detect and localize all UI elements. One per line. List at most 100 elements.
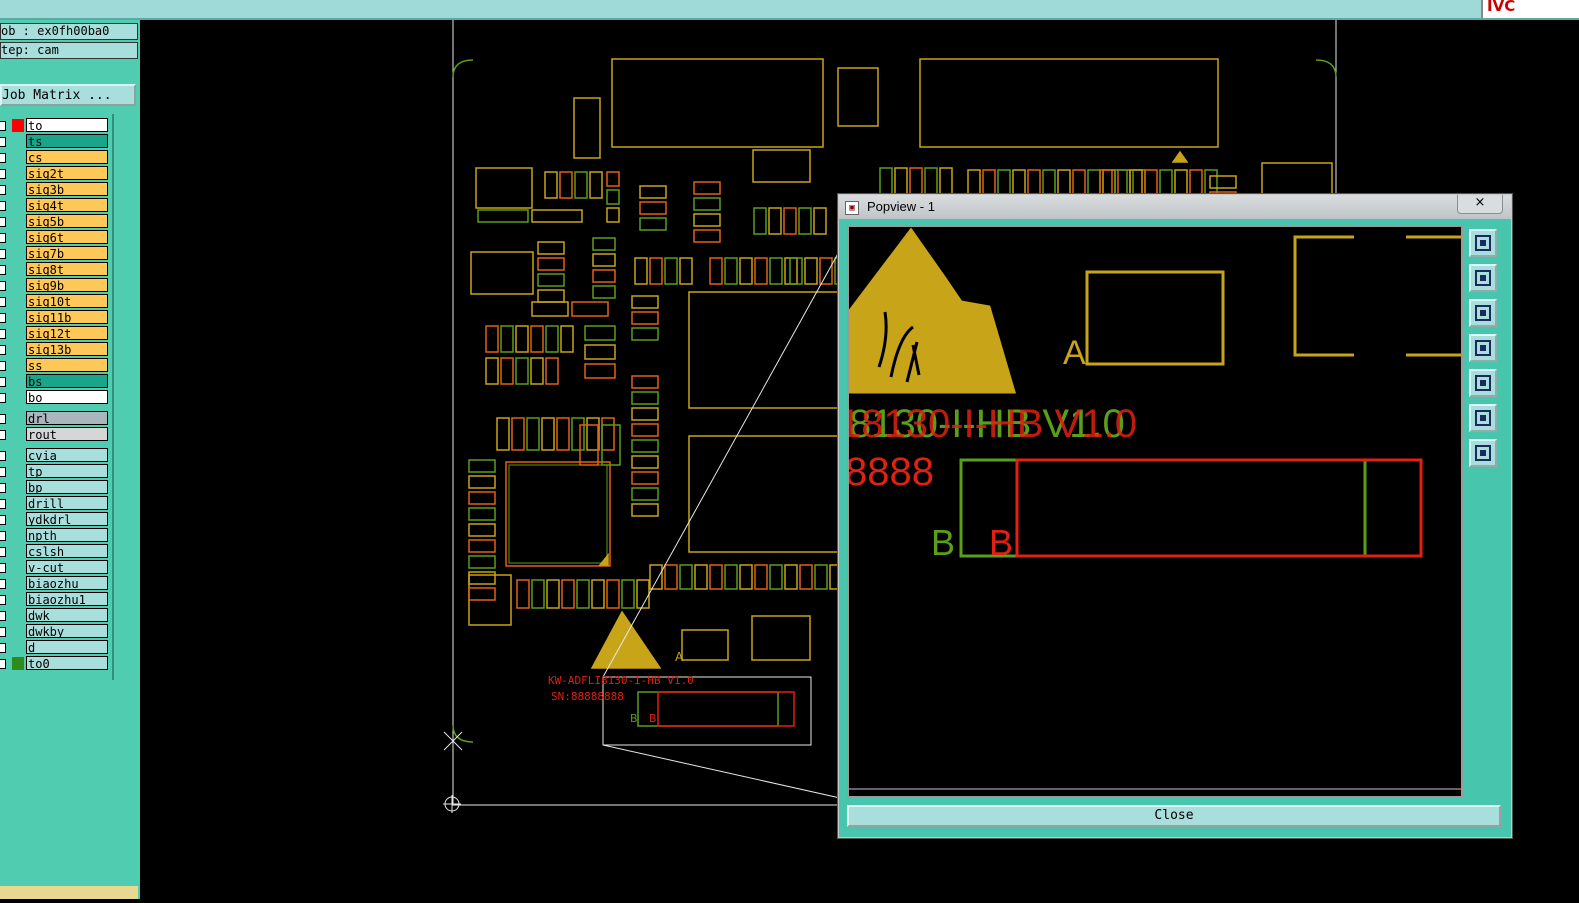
layer-name[interactable]: to (26, 118, 108, 132)
layer-checkbox[interactable] (0, 345, 6, 355)
layer-checkbox[interactable] (0, 579, 6, 589)
layer-checkbox[interactable] (0, 595, 6, 605)
layer-row-dwkby[interactable]: dwkby (0, 624, 110, 639)
layer-name[interactable]: sig9b (26, 278, 108, 292)
layer-name[interactable]: rout (26, 427, 108, 441)
layer-name[interactable]: sig6t (26, 230, 108, 244)
layer-name[interactable]: sig7b (26, 246, 108, 260)
layer-name[interactable]: v-cut (26, 560, 108, 574)
layer-checkbox[interactable] (0, 414, 6, 424)
layer-row-to0[interactable]: to0 (0, 656, 110, 671)
close-icon[interactable]: × (1457, 195, 1503, 214)
layer-checkbox[interactable] (0, 217, 6, 227)
layer-row-ss[interactable]: ss (0, 358, 110, 373)
layer-checkbox[interactable] (0, 643, 6, 653)
layer-name[interactable]: sig8t (26, 262, 108, 276)
job-matrix-button[interactable]: Job Matrix ... (0, 84, 136, 106)
layer-name[interactable]: sig5b (26, 214, 108, 228)
fit-icon[interactable] (1469, 404, 1497, 432)
popview-titlebar[interactable]: ▣ Popview - 1 × (839, 195, 1511, 219)
layer-row-sig6t[interactable]: sig6t (0, 230, 110, 245)
layer-checkbox[interactable] (0, 483, 6, 493)
layer-row-bp[interactable]: bp (0, 480, 110, 495)
layer-name[interactable]: d (26, 640, 108, 654)
layer-checkbox[interactable] (0, 313, 6, 323)
layer-name[interactable]: dwkby (26, 624, 108, 638)
layer-checkbox[interactable] (0, 185, 6, 195)
layer-row-bo[interactable]: bo (0, 390, 110, 405)
layer-row-rout[interactable]: rout (0, 427, 110, 442)
layer-checkbox[interactable] (0, 329, 6, 339)
layer-name[interactable]: sig13b (26, 342, 108, 356)
layer-row-sig13b[interactable]: sig13b (0, 342, 110, 357)
layer-name[interactable]: drl (26, 411, 108, 425)
layer-checkbox[interactable] (0, 377, 6, 387)
layer-checkbox[interactable] (0, 563, 6, 573)
layer-name[interactable]: sig4t (26, 198, 108, 212)
layer-name[interactable]: sig2t (26, 166, 108, 180)
zoom-out-icon[interactable] (1469, 439, 1497, 467)
layer-checkbox[interactable] (0, 265, 6, 275)
layer-name[interactable]: sig3b (26, 182, 108, 196)
layer-row-to[interactable]: to (0, 118, 110, 133)
layer-name[interactable]: to0 (26, 656, 108, 670)
layer-checkbox[interactable] (0, 515, 6, 525)
layer-name[interactable]: sig11b (26, 310, 108, 324)
layer-row-d[interactable]: d (0, 640, 110, 655)
layer-checkbox[interactable] (0, 451, 6, 461)
layer-row-npth[interactable]: npth (0, 528, 110, 543)
layer-row-sig7b[interactable]: sig7b (0, 246, 110, 261)
layer-name[interactable]: cvia (26, 448, 108, 462)
layer-row-cslsh[interactable]: cslsh (0, 544, 110, 559)
layer-row-cvia[interactable]: cvia (0, 448, 110, 463)
layer-name[interactable]: bp (26, 480, 108, 494)
layer-checkbox[interactable] (0, 467, 6, 477)
layer-row-v-cut[interactable]: v-cut (0, 560, 110, 575)
layer-color-swatch[interactable] (12, 657, 24, 670)
close-button[interactable]: Close (847, 805, 1501, 827)
layer-name[interactable]: ydkdrl (26, 512, 108, 526)
layer-row-ydkdrl[interactable]: ydkdrl (0, 512, 110, 527)
layer-checkbox[interactable] (0, 153, 6, 163)
layer-color-swatch[interactable] (12, 119, 24, 132)
layer-row-ts[interactable]: ts (0, 134, 110, 149)
layer-checkbox[interactable] (0, 297, 6, 307)
layer-name[interactable]: biaozhu1 (26, 592, 108, 606)
layer-checkbox[interactable] (0, 611, 6, 621)
layer-row-sig8t[interactable]: sig8t (0, 262, 110, 277)
layer-checkbox[interactable] (0, 137, 6, 147)
layer-row-sig9b[interactable]: sig9b (0, 278, 110, 293)
layer-row-sig10t[interactable]: sig10t (0, 294, 110, 309)
layer-name[interactable]: biaozhu (26, 576, 108, 590)
layer-name[interactable]: tp (26, 464, 108, 478)
layer-row-sig12t[interactable]: sig12t (0, 326, 110, 341)
layer-row-tp[interactable]: tp (0, 464, 110, 479)
layer-checkbox[interactable] (0, 169, 6, 179)
layer-checkbox[interactable] (0, 531, 6, 541)
layer-row-drl[interactable]: drl (0, 411, 110, 426)
layer-checkbox[interactable] (0, 430, 6, 440)
layer-row-cs[interactable]: cs (0, 150, 110, 165)
window-icon[interactable] (1469, 229, 1497, 257)
layer-checkbox[interactable] (0, 393, 6, 403)
layer-row-sig11b[interactable]: sig11b (0, 310, 110, 325)
layer-name[interactable]: cslsh (26, 544, 108, 558)
popview-canvas[interactable]: 8130-I-HB V1.0 18130-I-HB V1.0 8888 A B … (839, 225, 1463, 798)
layer-name[interactable]: cs (26, 150, 108, 164)
layer-row-biaozhu[interactable]: biaozhu (0, 576, 110, 591)
layer-name[interactable]: bo (26, 390, 108, 404)
panel-right-icon[interactable] (1469, 369, 1497, 397)
layer-checkbox[interactable] (0, 659, 6, 669)
layer-checkbox[interactable] (0, 627, 6, 637)
layer-checkbox[interactable] (0, 233, 6, 243)
layer-checkbox[interactable] (0, 499, 6, 509)
layer-checkbox[interactable] (0, 281, 6, 291)
layer-row-sig4t[interactable]: sig4t (0, 198, 110, 213)
layer-checkbox[interactable] (0, 361, 6, 371)
layer-name[interactable]: ts (26, 134, 108, 148)
layer-checkbox[interactable] (0, 547, 6, 557)
layer-row-drill[interactable]: drill (0, 496, 110, 511)
layer-row-biaozhu1[interactable]: biaozhu1 (0, 592, 110, 607)
layer-name[interactable]: npth (26, 528, 108, 542)
layer-name[interactable]: ss (26, 358, 108, 372)
